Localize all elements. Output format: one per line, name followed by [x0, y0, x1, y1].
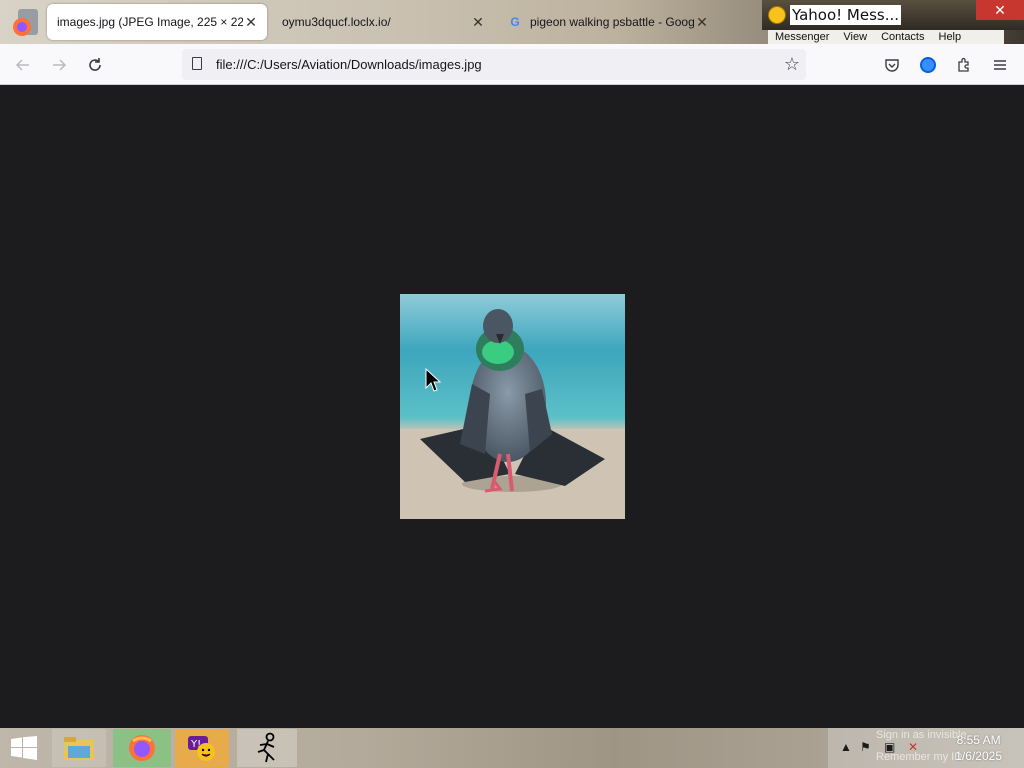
tab-close-icon[interactable]: ✕	[470, 14, 486, 31]
puzzle-icon	[958, 57, 969, 72]
taskbar-clock[interactable]: 8:55 AM 1/6/2025	[955, 732, 1002, 764]
yahoo-smiley-icon	[768, 6, 786, 24]
windows-taskbar: Y! Sign in as invisible Remember my ID ▲…	[0, 728, 1024, 768]
taskbar-yahoo-messenger[interactable]: Y!	[175, 729, 229, 767]
ym-menu-messenger[interactable]: Messenger	[768, 31, 836, 43]
tab-loclx[interactable]: oymu3dqucf.loclx.io/ ✕	[272, 4, 494, 40]
taskbar-file-explorer[interactable]	[52, 729, 106, 767]
yahoo-messenger-window: Yahoo! Mess... ✕ Messenger View Contacts…	[762, 0, 1024, 44]
system-tray: Sign in as invisible Remember my ID ▲ ⚑ …	[828, 728, 1024, 768]
tab-google-search[interactable]: G pigeon walking psbattle - Google Searc…	[498, 4, 718, 40]
page-icon	[192, 57, 202, 70]
reload-icon	[89, 58, 101, 71]
back-button[interactable]	[10, 52, 36, 78]
volume-muted-icon[interactable]: ✕	[908, 740, 918, 754]
taskbar-aim[interactable]	[237, 729, 297, 767]
ym-titlebar[interactable]: Yahoo! Mess... ✕	[762, 0, 1024, 30]
tab-strip: images.jpg (JPEG Image, 225 × 225 pixels…	[0, 0, 1024, 44]
forward-button[interactable]	[46, 52, 72, 78]
network-icon[interactable]: ▣	[884, 740, 895, 754]
pigeon-photo-icon	[400, 294, 625, 519]
extensions-button[interactable]	[951, 52, 977, 78]
show-hidden-icons-icon[interactable]: ▲	[840, 740, 852, 754]
tab-images-jpg[interactable]: images.jpg (JPEG Image, 225 × 225 pixels…	[47, 4, 267, 40]
firefox-menu-icon[interactable]	[8, 7, 42, 41]
bookmark-star-icon[interactable]: ☆	[784, 54, 800, 75]
forward-arrow-icon	[53, 59, 67, 71]
image-viewer-content	[0, 85, 1024, 728]
clock-time: 8:55 AM	[956, 733, 1001, 747]
clock-date: 1/6/2025	[955, 749, 1002, 763]
reload-button[interactable]	[82, 52, 108, 78]
running-man-icon	[257, 732, 275, 763]
url-text[interactable]: file:///C:/Users/Aviation/Downloads/imag…	[216, 57, 482, 72]
start-button[interactable]	[0, 729, 48, 767]
hamburger-menu-icon	[994, 60, 1006, 70]
back-arrow-icon	[15, 59, 29, 71]
pigeon-image[interactable]	[400, 294, 625, 519]
firefox-icon	[129, 735, 155, 761]
account-avatar-icon	[920, 57, 936, 73]
tab-close-icon[interactable]: ✕	[694, 14, 710, 31]
tab-title: pigeon walking psbattle - Google Search	[530, 15, 694, 29]
tab-close-icon[interactable]: ✕	[243, 14, 259, 31]
yahoo-messenger-icon: Y!	[188, 736, 215, 761]
tab-title: images.jpg (JPEG Image, 225 × 225 pixels…	[57, 15, 243, 29]
ym-menu-help[interactable]: Help	[932, 31, 969, 43]
account-button[interactable]	[915, 52, 941, 78]
tab-title: oymu3dqucf.loclx.io/	[282, 15, 391, 29]
google-icon: G	[510, 15, 520, 29]
mouse-cursor-icon	[425, 368, 441, 392]
action-center-flag-icon[interactable]: ⚑	[860, 740, 871, 754]
url-bar[interactable]: file:///C:/Users/Aviation/Downloads/imag…	[182, 49, 806, 80]
ym-menu-contacts[interactable]: Contacts	[874, 31, 931, 43]
taskbar-firefox[interactable]	[113, 729, 171, 767]
ym-title: Yahoo! Mess...	[790, 5, 902, 25]
windows-logo-icon	[11, 736, 37, 760]
navigation-toolbar: file:///C:/Users/Aviation/Downloads/imag…	[0, 44, 1024, 85]
pocket-button[interactable]	[879, 52, 905, 78]
folder-icon	[64, 737, 94, 760]
pocket-icon	[885, 59, 899, 72]
window-close-button[interactable]: ✕	[976, 0, 1024, 20]
ym-menu-view[interactable]: View	[836, 31, 874, 43]
ym-menubar: Messenger View Contacts Help	[768, 30, 1004, 44]
app-menu-button[interactable]	[987, 52, 1013, 78]
